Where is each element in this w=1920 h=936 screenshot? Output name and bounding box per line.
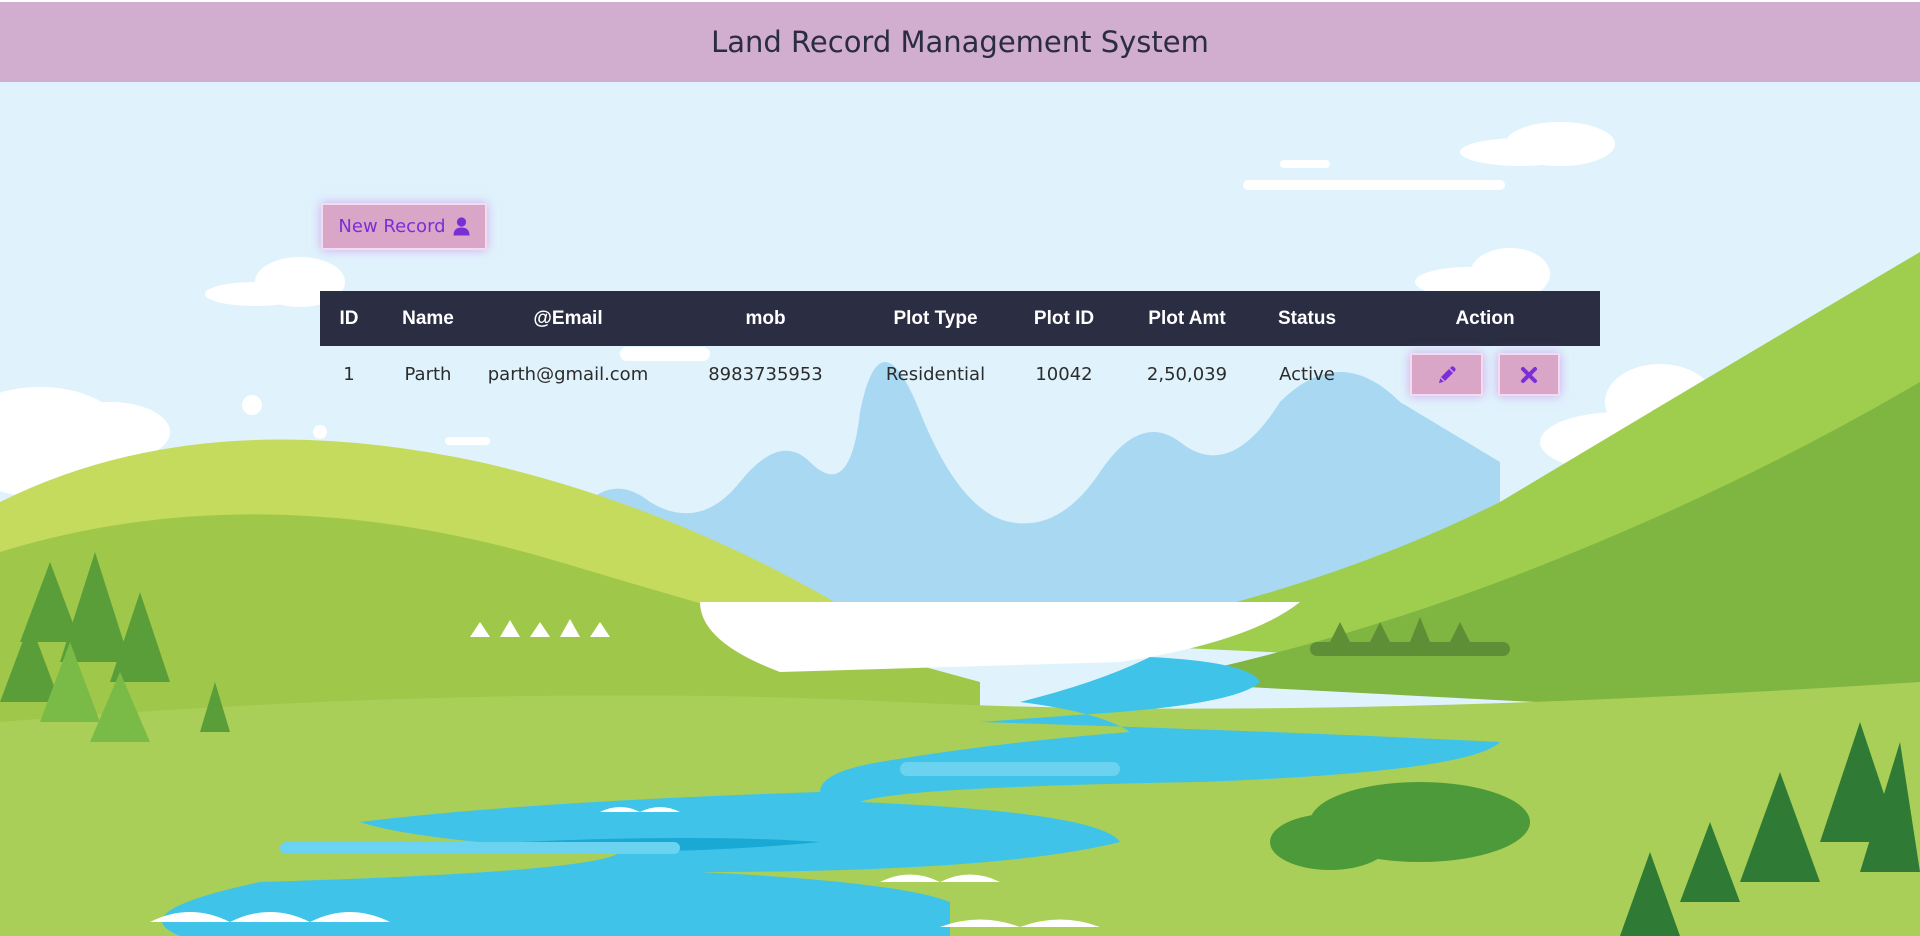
records-table: ID Name @Email mob Plot Type Plot ID Plo… (320, 291, 1600, 403)
new-record-label: New Record (338, 216, 446, 237)
page: Land Record Management System New Record (0, 0, 1920, 936)
records-table-wrapper: ID Name @Email mob Plot Type Plot ID Plo… (320, 291, 1600, 403)
cell-email: parth@gmail.com (487, 364, 649, 385)
user-icon (453, 217, 470, 236)
delete-button[interactable] (1497, 353, 1560, 396)
header-bar: Land Record Management System (0, 2, 1920, 82)
landscape-background (0, 82, 1920, 936)
table-header-row: ID Name @Email mob Plot Type Plot ID Plo… (320, 291, 1600, 346)
column-header-name: Name (402, 307, 454, 329)
column-header-plot-amt: Plot Amt (1148, 307, 1226, 329)
column-header-id: ID (339, 307, 359, 329)
cell-mob: 8983735953 (708, 364, 823, 385)
cell-plot-amt: 2,50,039 (1146, 364, 1228, 385)
column-header-action: Action (1455, 307, 1515, 329)
cell-plot-id: 10042 (1035, 364, 1093, 385)
column-header-status: Status (1277, 307, 1337, 329)
cell-action (1370, 346, 1600, 403)
cell-name: Parth (404, 364, 452, 385)
column-header-email: @Email (533, 307, 603, 329)
edit-button[interactable] (1410, 353, 1484, 396)
column-header-plot-type: Plot Type (893, 307, 978, 329)
cell-id: 1 (343, 364, 355, 385)
page-title: Land Record Management System (711, 25, 1209, 59)
cell-plot-type: Residential (885, 364, 986, 385)
cell-status: Active (1279, 364, 1335, 385)
close-icon (1520, 366, 1537, 383)
pencil-icon (1438, 365, 1456, 383)
new-record-button[interactable]: New Record (321, 203, 487, 250)
column-header-mob: mob (745, 307, 786, 329)
table-row: 1 Parth parth@gmail.com 8983735953 Resid… (320, 346, 1600, 403)
column-header-plot-id: Plot ID (1033, 307, 1095, 329)
